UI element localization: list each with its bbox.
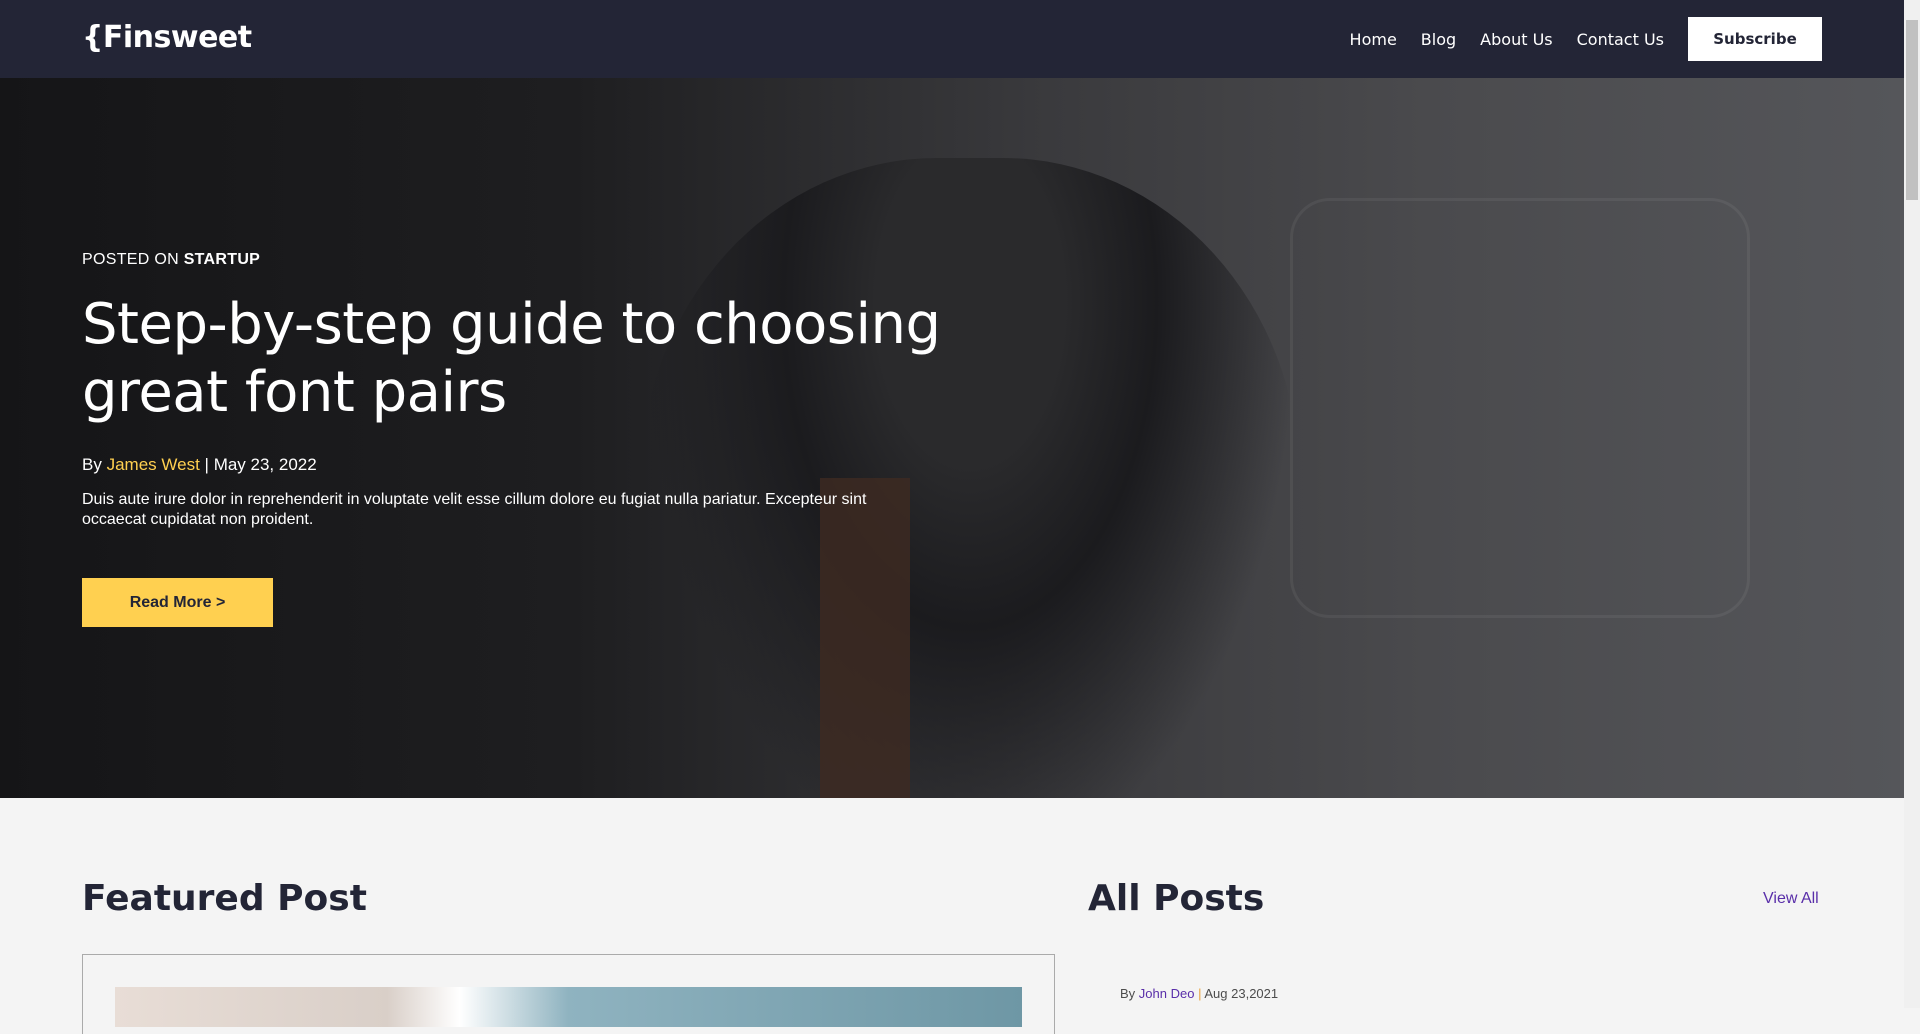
hero-description: Duis aute irure dolor in reprehenderit i…	[82, 491, 867, 528]
hero-title: Step-by-step guide to choosing great fon…	[82, 292, 941, 425]
nav-contact-us[interactable]: Contact Us	[1577, 30, 1664, 49]
nav-about-us[interactable]: About Us	[1480, 30, 1552, 49]
author-link[interactable]: John Deo	[1139, 986, 1195, 1001]
featured-post-card[interactable]	[82, 954, 1055, 1034]
all-posts-heading: All Posts	[1088, 878, 1265, 919]
hero-section: POSTED ON STARTUP Step-by-step guide to …	[0, 78, 1904, 798]
logo[interactable]: {Finsweet	[82, 20, 252, 55]
nav-home[interactable]: Home	[1350, 30, 1397, 49]
hero-image-person	[640, 158, 1300, 798]
separator: |	[204, 455, 209, 474]
by-label: By	[82, 455, 102, 474]
read-more-button[interactable]: Read More >	[82, 578, 273, 627]
post-meta: By John Deo | Aug 23,2021	[1120, 986, 1278, 1001]
hero-byline: By James West | May 23, 2022	[82, 455, 317, 475]
subscribe-button[interactable]: Subscribe	[1688, 17, 1822, 61]
scrollbar-thumb[interactable]	[1906, 20, 1918, 200]
featured-post-heading: Featured Post	[82, 878, 367, 919]
nav-links: Home Blog About Us Contact Us Subscribe	[1350, 17, 1822, 61]
nav-blog[interactable]: Blog	[1421, 30, 1456, 49]
top-nav: {Finsweet Home Blog About Us Contact Us …	[0, 0, 1904, 78]
scrollbar[interactable]	[1904, 0, 1920, 1008]
post-date: May 23, 2022	[213, 455, 317, 474]
posted-prefix: POSTED ON	[82, 251, 179, 268]
by-label: By	[1120, 986, 1136, 1001]
posted-on: POSTED ON STARTUP	[82, 251, 260, 269]
separator: |	[1198, 986, 1202, 1001]
view-all-link[interactable]: View All	[1763, 890, 1819, 908]
post-date: Aug 23,2021	[1204, 986, 1279, 1001]
category[interactable]: STARTUP	[184, 251, 260, 268]
featured-post-image	[115, 987, 1022, 1027]
author-link[interactable]: James West	[107, 455, 200, 474]
hero-background-panel	[1290, 198, 1750, 618]
